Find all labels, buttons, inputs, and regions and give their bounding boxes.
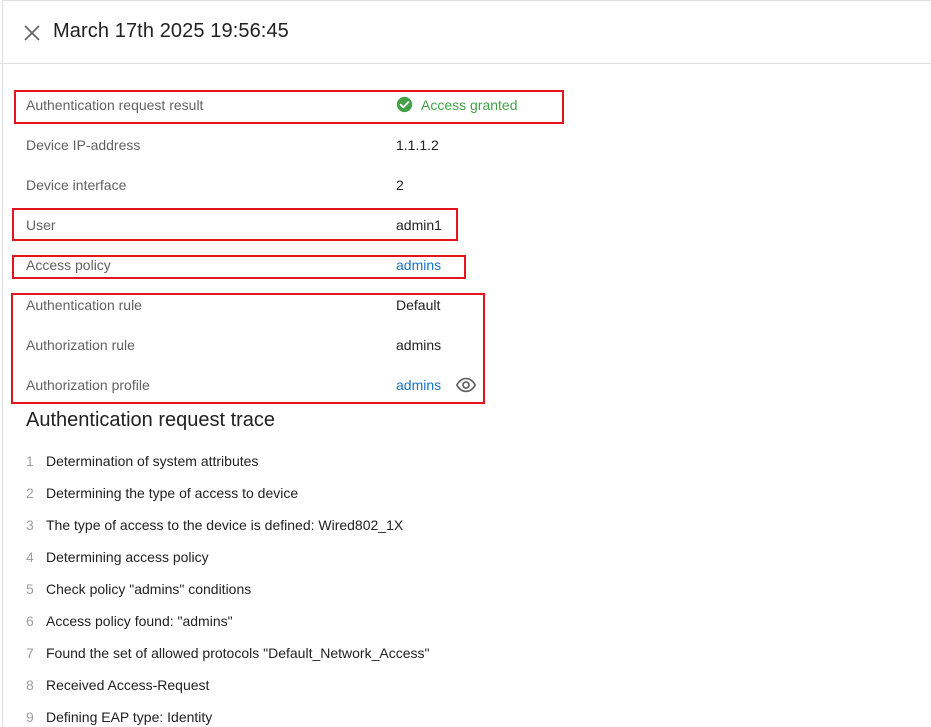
device-interface-label: Device interface (26, 177, 127, 193)
trace-item: 5 Check policy "admins" conditions (26, 581, 251, 597)
trace-number: 5 (26, 581, 34, 597)
trace-text: Received Access-Request (46, 677, 210, 693)
trace-item: 8 Received Access-Request (26, 677, 209, 693)
trace-text: Determining the type of access to device (46, 485, 299, 501)
highlight-access-policy (12, 255, 466, 279)
page-title: March 17th 2025 19:56:45 (53, 20, 289, 42)
trace-number: 4 (26, 549, 34, 565)
trace-text: The type of access to the device is defi… (46, 517, 404, 533)
trace-item: 7 Found the set of allowed protocols "Def… (26, 645, 429, 661)
trace-item: 6 Access policy found: "admins" (26, 613, 233, 629)
trace-number: 3 (26, 517, 34, 533)
highlight-user (12, 208, 458, 241)
device-ip-label: Device IP-address (26, 137, 141, 153)
trace-text: Found the set of allowed protocols "Defa… (46, 645, 430, 661)
trace-item: 1 Determination of system attributes (26, 453, 258, 469)
trace-number: 8 (26, 677, 34, 693)
highlight-result (14, 90, 564, 124)
trace-number: 9 (26, 709, 34, 725)
close-icon[interactable] (20, 21, 44, 45)
highlight-rules (11, 293, 485, 404)
trace-number: 1 (26, 453, 34, 469)
trace-text: Determination of system attributes (46, 453, 259, 469)
trace-title: Authentication request trace (26, 409, 276, 431)
trace-item: 9 Defining EAP type: Identity (26, 709, 212, 725)
device-interface-value: 2 (396, 177, 404, 193)
trace-item: 4 Determining access policy (26, 549, 209, 565)
device-ip-value: 1.1.1.2 (396, 137, 439, 153)
trace-text: Check policy "admins" conditions (46, 581, 252, 597)
trace-text: Defining EAP type: Identity (46, 709, 213, 725)
trace-number: 2 (26, 485, 34, 501)
trace-number: 6 (26, 613, 34, 629)
panel-header: March 17th 2025 19:56:45 (0, 0, 931, 64)
trace-text: Determining access policy (46, 549, 209, 565)
trace-number: 7 (26, 645, 34, 661)
trace-item: 3 The type of access to the device is def… (26, 517, 403, 533)
trace-text: Access policy found: "admins" (46, 613, 233, 629)
trace-item: 2 Determining the type of access to devic… (26, 485, 298, 501)
